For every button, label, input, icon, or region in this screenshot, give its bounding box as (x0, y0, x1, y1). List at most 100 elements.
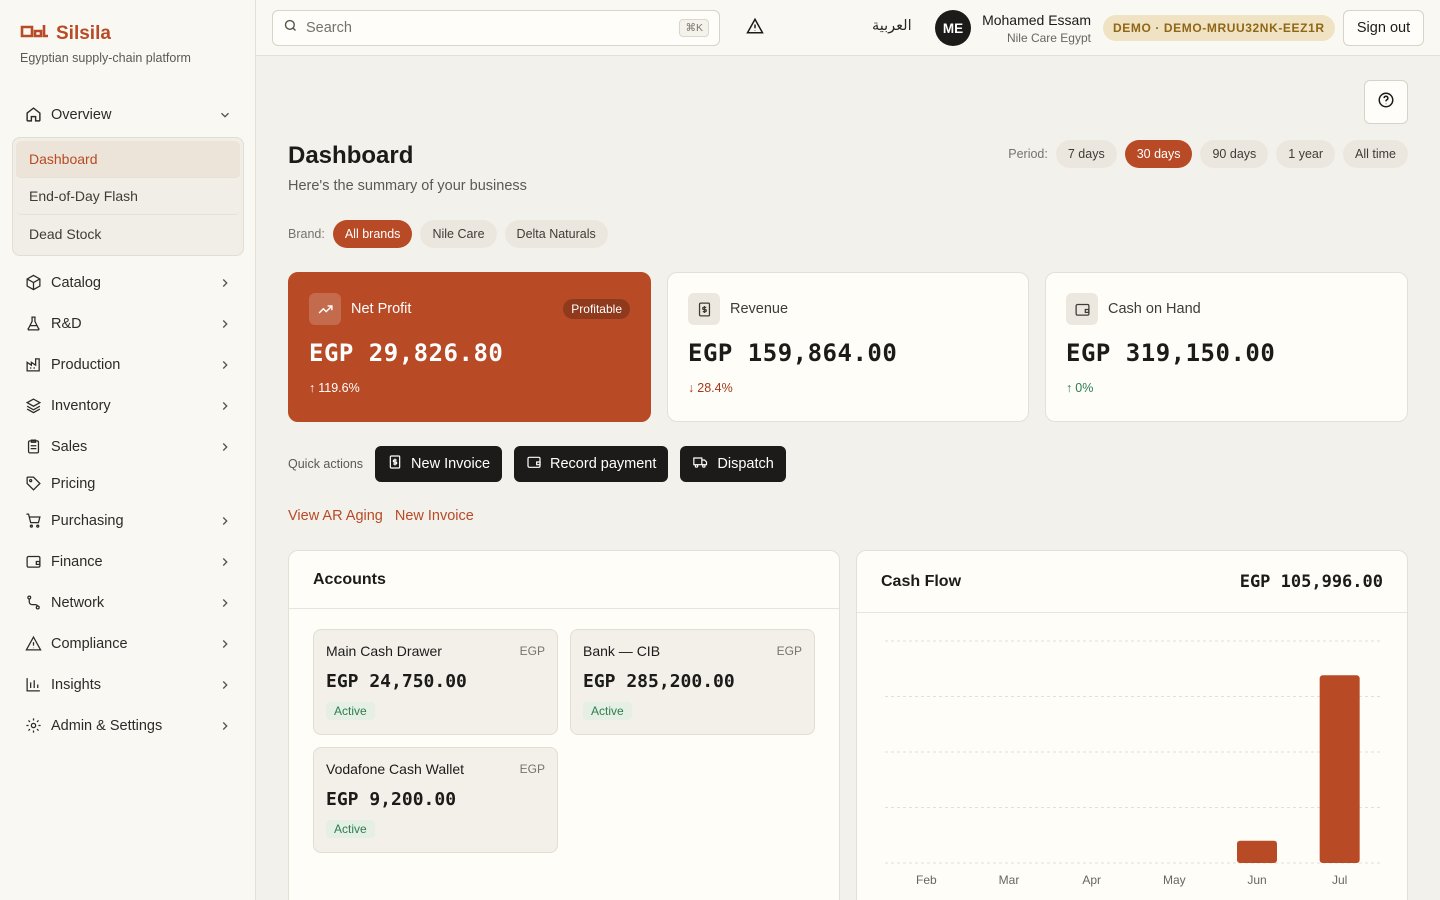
status-badge: Active (326, 702, 375, 720)
kpi-net-profit[interactable]: Net Profit Profitable EGP 29,826.80 ↑ 11… (288, 272, 651, 422)
shortcut-links: View AR Aging New Invoice (288, 508, 474, 524)
arrow-down-icon: ↓ (688, 381, 695, 395)
sidebar-subitem-end-of-day-flash[interactable]: End-of-Day Flash (16, 178, 240, 215)
sidebar-subitem-dead-stock[interactable]: Dead Stock (16, 215, 240, 252)
gear-icon (24, 717, 42, 735)
sidebar: Silsila Egyptian supply-chain platform O… (0, 0, 256, 900)
sidebar-subitem-dashboard[interactable]: Dashboard (16, 141, 240, 178)
clipboard-icon (24, 438, 42, 456)
panel-title: Cash Flow (881, 572, 962, 590)
sidebar-item-label: Finance (51, 553, 103, 570)
sidebar-item-production[interactable]: Production (12, 344, 244, 385)
chart-tick-label: Jun (1247, 873, 1266, 887)
view-ar-aging-link[interactable]: View AR Aging (288, 508, 383, 524)
sidebar-item-sales[interactable]: Sales (12, 426, 244, 467)
sidebar-item-pricing[interactable]: Pricing (12, 467, 244, 500)
chevron-right-icon (218, 358, 232, 372)
sidebar-item-label: Insights (51, 676, 101, 693)
period-90-days[interactable]: 90 days (1200, 140, 1269, 168)
kpi-revenue[interactable]: Revenue EGP 159,864.00 ↓ 28.4% (667, 272, 1029, 422)
period-7-days[interactable]: 7 days (1055, 140, 1117, 168)
chevron-right-icon (218, 399, 232, 413)
sidebar-item-label: R&D (51, 315, 82, 332)
sidebar-item-overview[interactable]: Overview (12, 94, 244, 135)
cash-flow-chart: Feb Mar Apr May Jun Jul (885, 640, 1381, 887)
brand-nile-care[interactable]: Nile Care (420, 220, 497, 248)
sidebar-item-finance[interactable]: Finance (12, 541, 244, 582)
sidebar-item-label: Inventory (51, 397, 111, 414)
help-button[interactable] (1364, 80, 1408, 124)
avatar[interactable]: ME (935, 10, 971, 46)
search-input[interactable]: Search (306, 20, 679, 36)
user-info[interactable]: Mohamed Essam Nile Care Egypt (979, 12, 1091, 45)
kpi-value: EGP 29,826.80 (309, 339, 504, 367)
button-label: New Invoice (411, 456, 491, 472)
brand-name: Silsila (56, 22, 111, 44)
user-name: Mohamed Essam (982, 12, 1091, 28)
account-balance: EGP 24,750.00 (326, 671, 467, 692)
sidebar-item-admin-settings[interactable]: Admin & Settings (12, 705, 244, 746)
chevron-right-icon (218, 637, 232, 651)
brand[interactable]: Silsila Egyptian supply-chain platform (20, 22, 191, 66)
chart-tick-label: Jul (1332, 873, 1347, 887)
sidebar-item-inventory[interactable]: Inventory (12, 385, 244, 426)
period-all-time[interactable]: All time (1343, 140, 1408, 168)
cart-icon (24, 512, 42, 530)
sidebar-item-compliance[interactable]: Compliance (12, 623, 244, 664)
chevron-right-icon (218, 317, 232, 331)
account-balance: EGP 285,200.00 (583, 671, 735, 692)
sidebar-item-catalog[interactable]: Catalog (12, 262, 244, 303)
kpi-row: Net Profit Profitable EGP 29,826.80 ↑ 11… (288, 272, 1408, 422)
account-balance: EGP 9,200.00 (326, 789, 457, 810)
panel-title: Accounts (313, 570, 386, 588)
box-icon (24, 274, 42, 292)
period-label: Period: (1008, 147, 1048, 161)
truck-icon (692, 454, 709, 474)
demo-badge: DEMO · DEMO-MRUU32NK-EEZ1R (1103, 15, 1335, 41)
brand-all-brands[interactable]: All brands (332, 220, 413, 248)
factory-icon (24, 356, 42, 374)
period-1-year[interactable]: 1 year (1276, 140, 1336, 168)
kpi-cash-on-hand[interactable]: Cash on Hand EGP 319,150.00 ↑ 0% (1045, 272, 1408, 422)
chart-bar-jul[interactable] (1319, 675, 1360, 863)
new-invoice-button[interactable]: New Invoice (375, 446, 503, 482)
sidebar-item-rnd[interactable]: R&D (12, 303, 244, 344)
chart-bar-jun[interactable] (1237, 840, 1277, 863)
sidebar-item-label: Compliance (51, 635, 128, 652)
sidebar-item-network[interactable]: Network (12, 582, 244, 623)
chevron-right-icon (218, 440, 232, 454)
brand-delta-naturals[interactable]: Delta Naturals (504, 220, 608, 248)
page-subtitle: Here's the summary of your business (288, 178, 527, 194)
cash-flow-total: EGP 105,996.00 (1239, 571, 1383, 592)
sidebar-nav: Overview Dashboard End-of-Day Flash Dead… (12, 94, 244, 746)
overview-subnav: Dashboard End-of-Day Flash Dead Stock (12, 137, 244, 256)
topbar: Search ⌘K العربية ME Mohamed Essam Nile … (256, 0, 1440, 56)
language-toggle[interactable]: العربية (872, 18, 912, 34)
layers-icon (24, 397, 42, 415)
chevron-right-icon (218, 514, 232, 528)
kpi-value: EGP 319,150.00 (1066, 339, 1276, 367)
account-card[interactable]: Vodafone Cash Wallet EGP EGP 9,200.00 Ac… (313, 747, 558, 853)
kpi-label: Cash on Hand (1108, 301, 1201, 317)
wallet-icon (24, 553, 42, 571)
search-box[interactable]: Search ⌘K (272, 10, 720, 46)
account-card[interactable]: Bank — CIB EGP EGP 285,200.00 Active (570, 629, 815, 735)
receipt-icon (688, 293, 720, 325)
sign-out-button[interactable]: Sign out (1343, 10, 1424, 46)
record-payment-button[interactable]: Record payment (514, 446, 669, 482)
period-30-days[interactable]: 30 days (1124, 140, 1193, 168)
status-badge: Active (583, 702, 632, 720)
kpi-change-value: 119.6% (318, 381, 360, 395)
alerts-button[interactable] (744, 17, 766, 39)
search-shortcut: ⌘K (679, 19, 709, 37)
dispatch-button[interactable]: Dispatch (680, 446, 786, 482)
account-card[interactable]: Main Cash Drawer EGP EGP 24,750.00 Activ… (313, 629, 558, 735)
new-invoice-link[interactable]: New Invoice (395, 508, 474, 524)
tag-icon (24, 475, 42, 493)
sidebar-item-purchasing[interactable]: Purchasing (12, 500, 244, 541)
sidebar-item-label: Catalog (51, 274, 101, 291)
sidebar-item-insights[interactable]: Insights (12, 664, 244, 705)
receipt-icon (387, 454, 403, 474)
brand-label: Brand: (288, 227, 325, 241)
account-currency: EGP (519, 644, 545, 658)
